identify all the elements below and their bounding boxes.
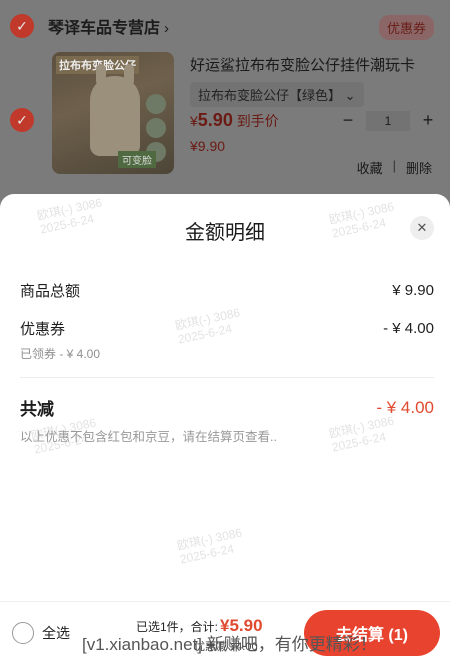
mini-figure bbox=[146, 94, 166, 114]
item-check-icon[interactable]: ✓ bbox=[10, 108, 34, 132]
mini-figure bbox=[146, 118, 166, 138]
coupon-sub: 已领券 - ¥ 4.00 bbox=[20, 347, 101, 361]
shop-header[interactable]: ✓ 琴译车品专营店 › bbox=[10, 14, 169, 38]
variant-selector[interactable]: 拉布布变脸公仔【绿色】 ⌄ bbox=[190, 82, 364, 107]
amount-detail-sheet: 金额明细 ✕ 欧琪(-) 3086 2025-6-24 欧琪(-) 3086 2… bbox=[0, 194, 450, 665]
goods-total-label: 商品总额 bbox=[20, 283, 81, 300]
total-reduce-row: 共减 - ¥ 4.00 bbox=[20, 395, 434, 420]
product-thumbnail[interactable]: 拉布布变脸公仔 可变脸 bbox=[52, 52, 174, 174]
divider bbox=[20, 377, 434, 378]
final-price: 5.90 bbox=[197, 110, 233, 130]
total-reduce-label: 共减 bbox=[20, 400, 54, 419]
coupon-row: 优惠券 - ¥ 4.00 bbox=[20, 318, 434, 339]
goods-total-value: ¥ 9.90 bbox=[392, 282, 434, 299]
discount-note: 以上优惠不包含红包和京豆，请在结算页查看.. bbox=[20, 430, 277, 444]
close-icon[interactable]: ✕ bbox=[410, 216, 434, 240]
original-price: ¥9.90 bbox=[190, 138, 226, 154]
goods-total-row: 商品总额 ¥ 9.90 bbox=[20, 280, 434, 301]
price-row: ¥5.90 到手价 bbox=[190, 110, 279, 131]
coupon-label: 优惠券 bbox=[20, 321, 66, 338]
figure-body bbox=[90, 76, 140, 156]
price-suffix: 到手价 bbox=[236, 113, 279, 129]
total-reduce-value: - ¥ 4.00 bbox=[376, 397, 434, 417]
favorite-button[interactable]: 收藏 bbox=[357, 158, 383, 177]
quantity-stepper: − 1 + bbox=[340, 110, 436, 131]
delete-button[interactable]: 删除 bbox=[406, 158, 432, 177]
cart-background: ✓ 琴译车品专营店› 优惠券 ✓ 拉布布变脸公仔 可变脸 好运鲨拉布布变脸公仔挂… bbox=[0, 0, 450, 200]
quantity-input[interactable]: 1 bbox=[366, 110, 410, 131]
shop-check-icon[interactable]: ✓ bbox=[10, 14, 34, 38]
site-watermark: [v1.xianbao.net] 新赚吧，有你更精彩！ bbox=[82, 635, 377, 654]
radio-icon[interactable] bbox=[12, 622, 34, 644]
divider: | bbox=[392, 158, 396, 173]
thumbnail-bottom-tag: 可变脸 bbox=[118, 151, 156, 168]
product-title[interactable]: 好运鲨拉布布变脸公仔挂件潮玩卡 bbox=[190, 54, 440, 75]
chevron-down-icon: ⌄ bbox=[344, 88, 356, 103]
coupon-value: - ¥ 4.00 bbox=[383, 320, 434, 337]
variant-label: 拉布布变脸公仔【绿色】 bbox=[198, 88, 342, 103]
shop-name[interactable]: 琴译车品专营店 bbox=[48, 20, 160, 37]
select-all-toggle[interactable]: 全选 bbox=[12, 622, 70, 644]
price-symbol: ¥ bbox=[190, 113, 198, 129]
plus-button[interactable]: + bbox=[420, 110, 436, 131]
watermark: 欧琪(-) 3086 2025-6-24 bbox=[175, 525, 244, 567]
minus-button[interactable]: − bbox=[340, 110, 356, 131]
chevron-right-icon: › bbox=[164, 20, 170, 37]
select-all-label: 全选 bbox=[42, 625, 70, 641]
coupon-badge[interactable]: 优惠券 bbox=[378, 15, 434, 40]
item-actions: 收藏 | 删除 bbox=[357, 158, 432, 177]
